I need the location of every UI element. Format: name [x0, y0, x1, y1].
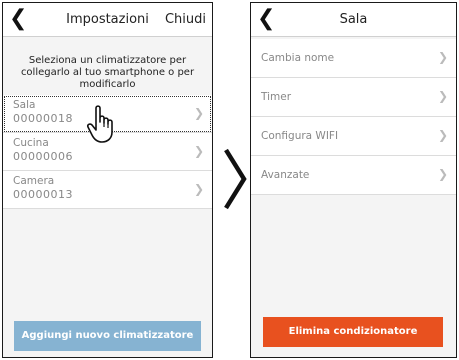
chevron-right-icon: ❯	[437, 167, 448, 181]
page-title: Sala	[339, 12, 368, 27]
device-name: Cucina	[13, 137, 49, 149]
chevron-right-icon: ❯	[437, 128, 448, 142]
menu-item-timer[interactable]: Timer ❯	[251, 78, 456, 117]
hand-pointer-icon	[87, 105, 113, 143]
device-header: ❮ Sala	[251, 3, 456, 37]
menu-item-rename[interactable]: Cambia nome ❯	[251, 39, 456, 78]
device-name: Camera	[13, 175, 55, 187]
page-title: Impostazioni	[66, 12, 149, 27]
menu-item-wifi[interactable]: Configura WIFI ❯	[251, 117, 456, 156]
close-button[interactable]: Chiudi	[165, 12, 206, 27]
delete-conditioner-button[interactable]: Elimina condizionatore	[263, 317, 443, 347]
chevron-right-icon: ❯	[193, 144, 204, 158]
device-settings-screen: ❮ Sala Cambia nome ❯ Timer ❯ Configura W…	[250, 2, 457, 358]
settings-header: ❮ Impostazioni Chiudi	[3, 3, 212, 37]
menu-item-label: Avanzate	[261, 169, 310, 181]
menu-item-label: Timer	[261, 91, 292, 103]
device-name: Sala	[13, 99, 36, 111]
chevron-right-icon: ❯	[437, 89, 448, 103]
menu-item-advanced[interactable]: Avanzate ❯	[251, 156, 456, 195]
chevron-right-icon: ❯	[193, 106, 204, 120]
device-code: 00000006	[13, 150, 73, 163]
chevron-right-icon	[224, 148, 247, 210]
settings-screen: ❮ Impostazioni Chiudi Seleziona un clima…	[2, 2, 213, 358]
instructions-text: Seleziona un climatizzatore per collegar…	[20, 55, 195, 90]
chevron-right-icon: ❯	[193, 182, 204, 196]
add-climatizer-button[interactable]: Aggiungi nuovo climatizzatore	[14, 321, 201, 351]
settings-menu: Cambia nome ❯ Timer ❯ Configura WIFI ❯ A…	[251, 39, 456, 195]
chevron-right-icon: ❯	[437, 50, 448, 64]
device-row-camera[interactable]: Camera 00000013 ❯	[3, 171, 212, 209]
menu-item-label: Cambia nome	[261, 52, 335, 64]
device-code: 00000013	[13, 188, 73, 201]
menu-item-label: Configura WIFI	[261, 130, 339, 142]
back-chevron-icon[interactable]: ❮	[9, 6, 27, 32]
device-code: 00000018	[13, 112, 73, 125]
